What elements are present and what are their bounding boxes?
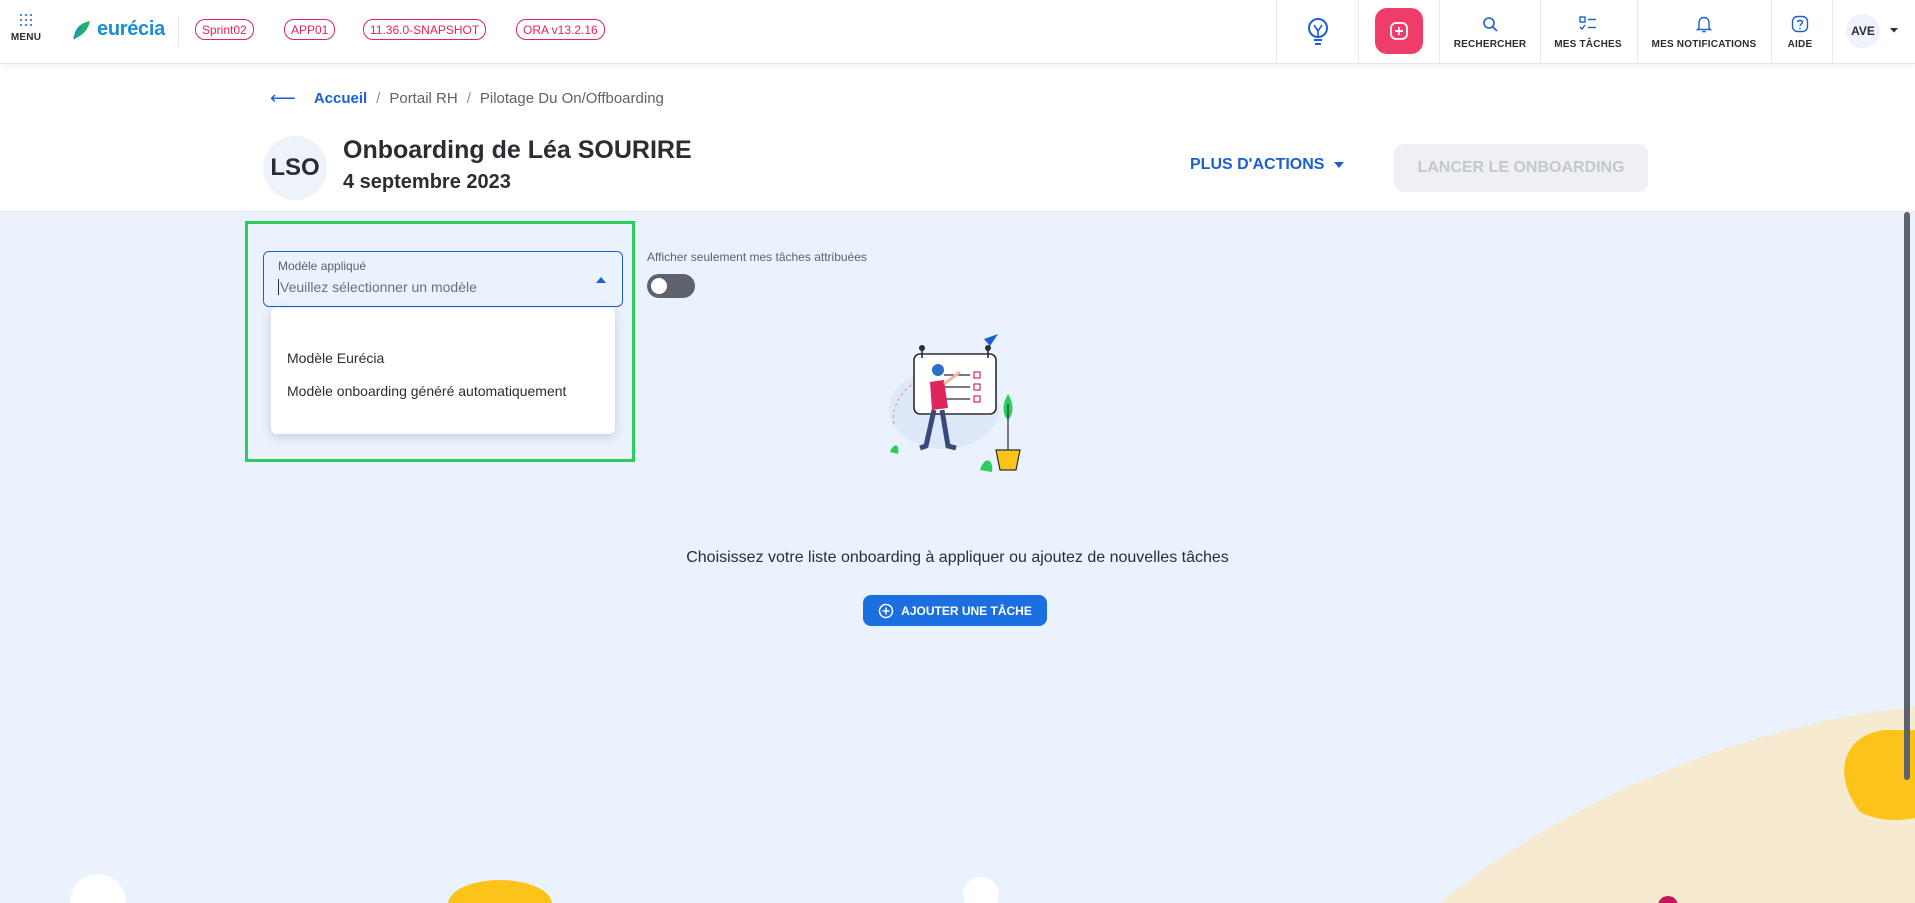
apps-grid-icon: [20, 14, 32, 26]
empty-state-message: Choisissez votre liste onboarding à appl…: [686, 549, 1229, 566]
add-task-label: AJOUTER UNE TÂCHE: [901, 603, 1032, 618]
my-tasks-label: MES TÂCHES: [1554, 39, 1622, 50]
my-tasks-button[interactable]: MES TÂCHES: [1552, 14, 1624, 50]
help-icon: [1791, 15, 1809, 33]
quick-add-button[interactable]: [1375, 8, 1423, 54]
page-title: Onboarding de Léa SOURIRE: [343, 136, 692, 164]
brand-logo[interactable]: eurécia: [72, 18, 165, 41]
my-tasks-toggle[interactable]: [647, 274, 695, 298]
divider: [1832, 0, 1833, 63]
template-select-label: Modèle appliqué: [278, 259, 367, 273]
help-button[interactable]: AIDE: [1782, 14, 1818, 50]
search-button[interactable]: RECHERCHER: [1452, 14, 1528, 50]
more-actions-label: PLUS D'ACTIONS: [1190, 156, 1325, 173]
breadcrumb-separator: /: [466, 90, 471, 107]
env-badge-app: APP01: [284, 19, 336, 40]
plus-circle-icon: [1390, 22, 1408, 40]
tasks-checklist-icon: [1579, 16, 1596, 31]
breadcrumb-home-link[interactable]: Accueil: [314, 90, 367, 107]
breadcrumb: ⟵ Accueil / Portail RH / Pilotage Du On/…: [270, 88, 664, 109]
divider: [1439, 0, 1440, 63]
brand-name: eurécia: [97, 18, 165, 40]
page-header: ⟵ Accueil / Portail RH / Pilotage Du On/…: [0, 64, 1915, 212]
launch-onboarding-button[interactable]: LANCER LE ONBOARDING: [1394, 144, 1648, 192]
menu-label: MENU: [10, 32, 42, 43]
top-navigation-bar: MENU eurécia Sprint02 APP01 11.36.0-SNAP…: [0, 0, 1915, 64]
template-select-placeholder: Veuillez sélectionner un modèle: [278, 279, 477, 295]
vertical-scrollbar[interactable]: [1904, 212, 1910, 780]
divider: [1358, 0, 1359, 63]
lightbulb-icon: [1308, 18, 1328, 45]
breadcrumb-hr-portal: Portail RH: [389, 90, 458, 107]
search-icon: [1483, 17, 1498, 32]
env-badge-version: 11.36.0-SNAPSHOT: [363, 19, 487, 40]
main-content: Modèle appliqué Veuillez sélectionner un…: [0, 212, 1915, 903]
env-badge-sprint: Sprint02: [195, 19, 254, 40]
divider: [1540, 0, 1541, 63]
divider: [1771, 0, 1772, 63]
template-options-menu: Modèle Eurécia Modèle onboarding généré …: [271, 308, 615, 434]
option-auto-generated-template[interactable]: Modèle onboarding généré automatiquement: [287, 383, 566, 399]
page-subtitle-date: 4 septembre 2023: [343, 171, 511, 193]
employee-avatar: LSO: [263, 136, 327, 200]
env-badge-oracle: ORA v13.2.16: [516, 19, 605, 40]
bell-icon: [1696, 16, 1712, 33]
caret-up-icon: [596, 277, 606, 283]
back-arrow-icon[interactable]: ⟵: [270, 88, 296, 109]
menu-button[interactable]: MENU: [8, 14, 44, 43]
breadcrumb-current: Pilotage Du On/Offboarding: [479, 90, 664, 107]
help-label: AIDE: [1787, 39, 1813, 50]
toggle-knob: [651, 278, 667, 294]
chevron-down-icon[interactable]: [1888, 24, 1900, 36]
user-avatar[interactable]: AVE: [1846, 14, 1880, 48]
divider: [1276, 0, 1277, 63]
divider: [1637, 0, 1638, 63]
more-actions-dropdown[interactable]: PLUS D'ACTIONS: [1190, 156, 1345, 174]
caret-down-icon: [1334, 162, 1345, 168]
option-eurecia-template[interactable]: Modèle Eurécia: [287, 350, 384, 366]
template-select[interactable]: Modèle appliqué Veuillez sélectionner un…: [263, 251, 623, 307]
onboarding-illustration: [889, 334, 1021, 472]
add-task-button[interactable]: AJOUTER UNE TÂCHE: [863, 595, 1047, 626]
divider: [178, 16, 179, 46]
my-tasks-toggle-label: Afficher seulement mes tâches attribuées: [647, 250, 867, 264]
notifications-button[interactable]: MES NOTIFICATIONS: [1648, 14, 1760, 50]
plus-circle-icon: [878, 603, 894, 618]
breadcrumb-separator: /: [376, 90, 381, 107]
notifications-label: MES NOTIFICATIONS: [1651, 39, 1757, 50]
ideas-button[interactable]: [1306, 16, 1330, 53]
search-label: RECHERCHER: [1453, 39, 1527, 50]
eurecia-leaf-icon: [73, 20, 90, 39]
